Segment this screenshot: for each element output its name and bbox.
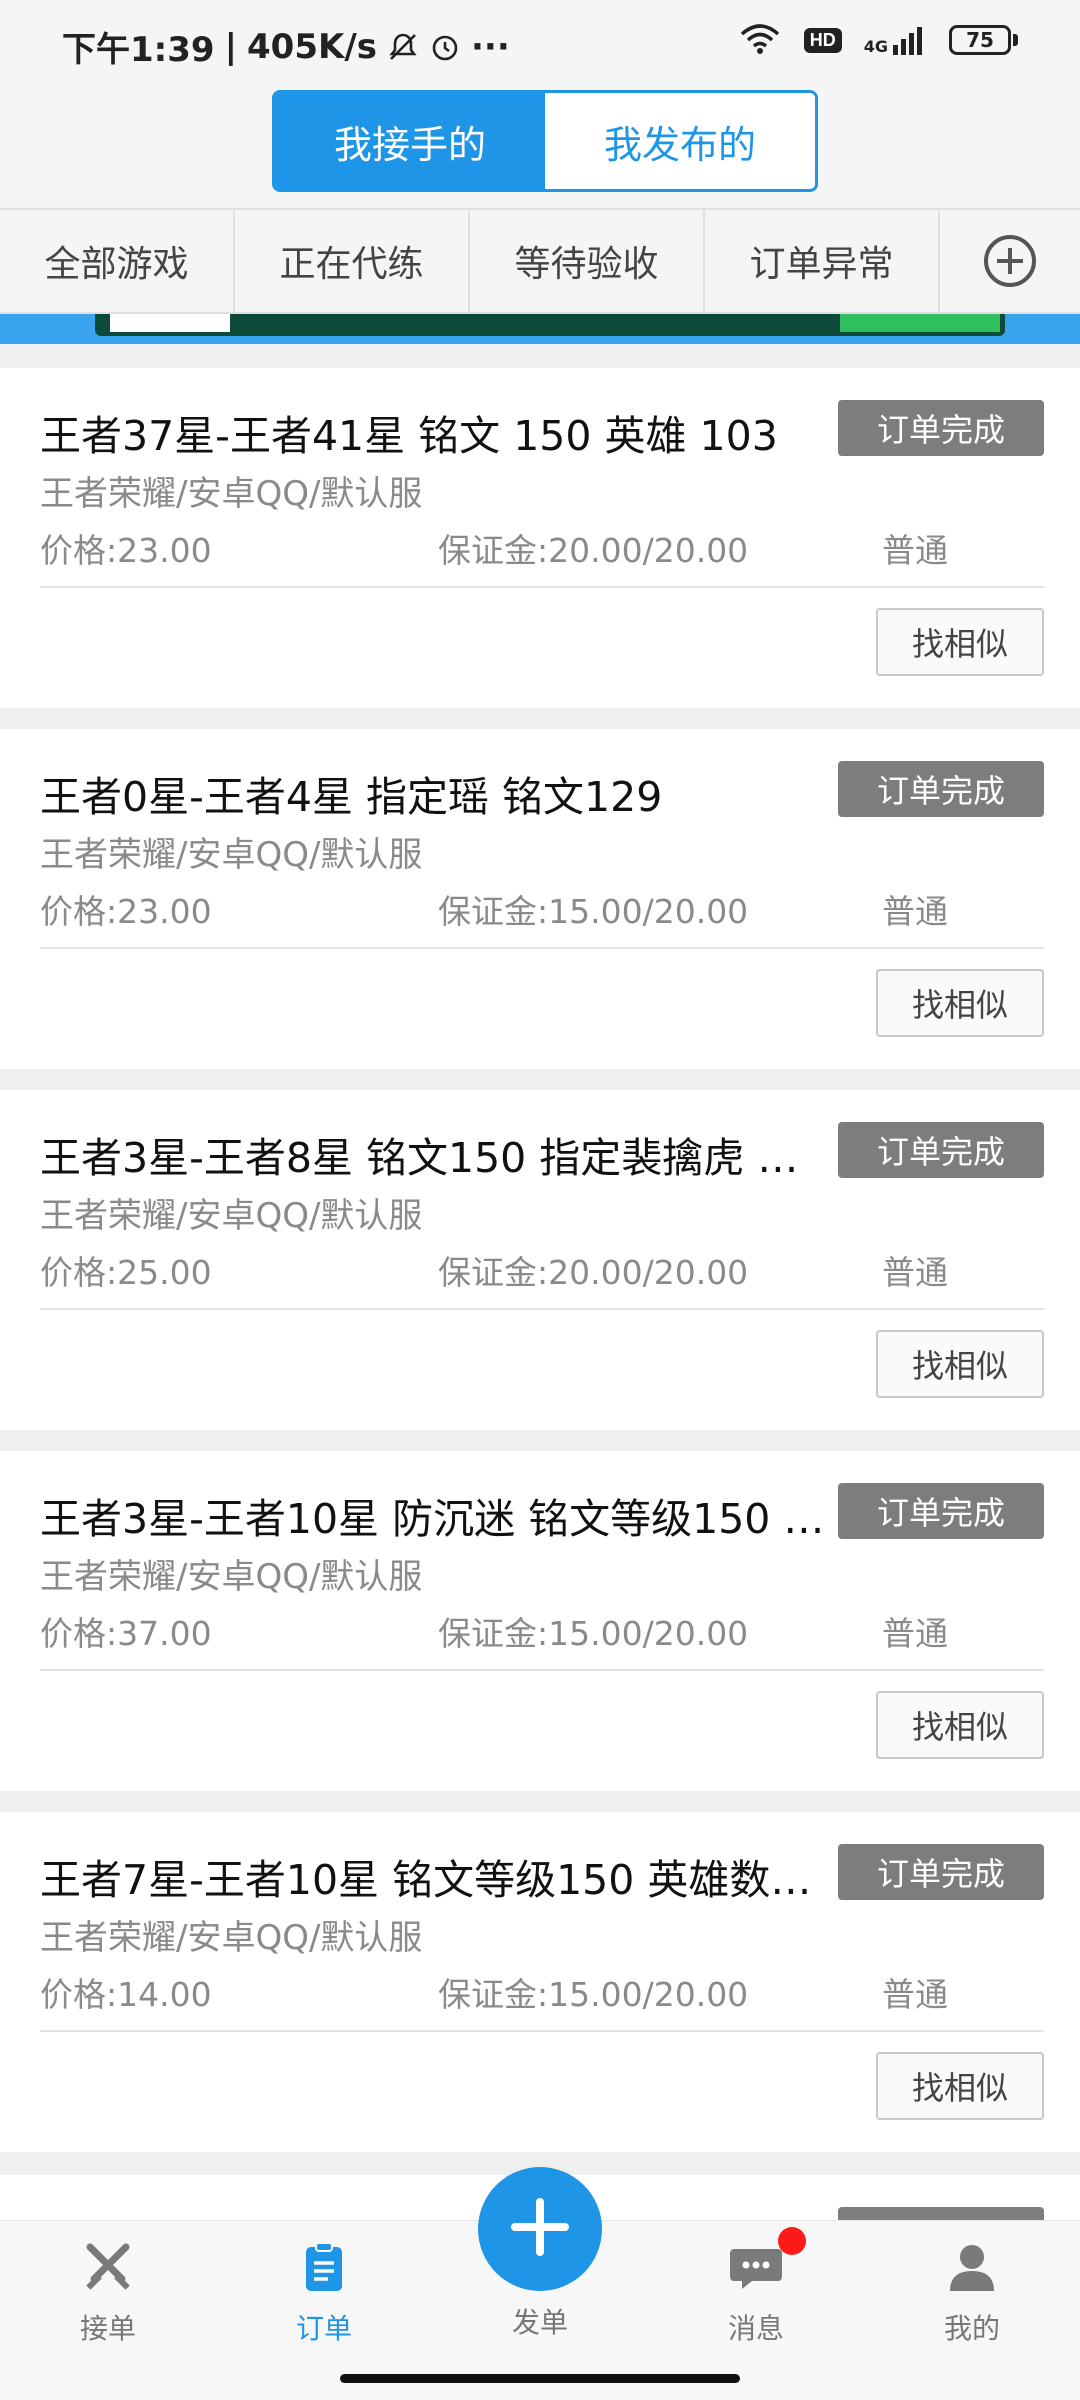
order-list: 王者37星-王者41星 铭文 150 英雄 103 订单完成 王者荣耀/安卓QQ… (0, 368, 1080, 2173)
nav-label: 接单 (79, 2312, 136, 2345)
find-similar-button[interactable]: 找相似 (876, 608, 1044, 676)
banner-graphic-left (110, 314, 230, 332)
order-price: 价格:23.00 (40, 531, 212, 570)
bottom-nav: 接单 订单 发单 消息 我的 (0, 2167, 1080, 2361)
tab-awaiting-acceptance[interactable]: 等待验收 (470, 210, 705, 312)
order-title: 王者0星-王者4星 指定瑶 铭文129 (40, 773, 663, 821)
order-type: 普通 (882, 1614, 948, 1653)
order-type: 普通 (882, 1975, 948, 2014)
order-card[interactable]: 王者37星-王者41星 铭文 150 英雄 103 订单完成 王者荣耀/安卓QQ… (0, 368, 1080, 708)
order-game-info: 王者荣耀/安卓QQ/默认服 (40, 835, 423, 875)
find-similar-button[interactable]: 找相似 (876, 1330, 1044, 1398)
post-order-button[interactable] (478, 2167, 602, 2291)
status-separator: | (224, 26, 237, 67)
plus-circle-icon (984, 235, 1036, 287)
find-similar-button[interactable]: 找相似 (876, 969, 1044, 1037)
order-game-info: 王者荣耀/安卓QQ/默认服 (40, 474, 423, 514)
order-card[interactable]: 王者7星-王者10星 铭文等级150 英雄数… 订单完成 王者荣耀/安卓QQ/默… (0, 1812, 1080, 2152)
segment-published[interactable]: 我发布的 (545, 93, 815, 189)
alarm-icon (429, 31, 461, 63)
order-deposit: 保证金:15.00/20.00 (438, 1975, 749, 2014)
divider (40, 1669, 1044, 1671)
clipboard-icon (296, 2239, 352, 2299)
tab-in-progress[interactable]: 正在代练 (235, 210, 470, 312)
order-title: 王者37星-王者41星 铭文 150 英雄 103 (40, 412, 778, 460)
order-price: 价格:14.00 (40, 1975, 212, 2014)
order-card[interactable]: 王者3星-王者10星 防沉迷 铭文等级150 … 订单完成 王者荣耀/安卓QQ/… (0, 1451, 1080, 1791)
nav-profile[interactable]: 我的 (892, 2239, 1052, 2347)
nav-label: 订单 (295, 2312, 352, 2345)
order-status-badge: 订单完成 (838, 1122, 1044, 1178)
order-title: 王者3星-王者10星 防沉迷 铭文等级150 … (40, 1495, 825, 1543)
find-similar-button[interactable]: 找相似 (876, 2052, 1044, 2120)
wifi-icon (738, 22, 782, 58)
order-card[interactable]: 王者3星-王者8星 铭文150 指定裴擒虎 … 订单完成 王者荣耀/安卓QQ/默… (0, 1090, 1080, 1430)
status-right: HD 4G 75 (738, 22, 1018, 58)
divider (40, 2030, 1044, 2032)
nav-label: 消息 (727, 2312, 784, 2345)
plus-icon (505, 2192, 575, 2266)
order-price: 价格:37.00 (40, 1614, 212, 1653)
status-time: 下午1:39 (62, 30, 215, 70)
order-type: 普通 (882, 892, 948, 931)
battery-icon: 75 (949, 25, 1018, 55)
order-type: 普通 (882, 531, 948, 570)
divider (40, 1308, 1044, 1310)
person-icon (944, 2239, 1000, 2299)
order-game-info: 王者荣耀/安卓QQ/默认服 (40, 1196, 423, 1236)
order-status-badge (838, 2207, 1044, 2220)
nav-label: 我的 (943, 2312, 1000, 2345)
order-game-info: 王者荣耀/安卓QQ/默认服 (40, 1918, 423, 1958)
find-similar-button[interactable]: 找相似 (876, 1691, 1044, 1759)
order-deposit: 保证金:20.00/20.00 (438, 1253, 749, 1292)
swords-icon (80, 2239, 136, 2299)
divider (40, 586, 1044, 588)
signal-icon: 4G (864, 25, 927, 55)
status-speed: 405K/s (247, 26, 377, 67)
order-card[interactable]: 王者0星-王者4星 指定瑶 铭文129 订单完成 王者荣耀/安卓QQ/默认服 价… (0, 729, 1080, 1069)
tab-all-games[interactable]: 全部游戏 (0, 210, 235, 312)
message-badge (778, 2227, 806, 2255)
nav-messages[interactable]: 消息 (676, 2239, 836, 2347)
order-deposit: 保证金:15.00/20.00 (438, 1614, 749, 1653)
chat-icon (728, 2239, 784, 2299)
order-deposit: 保证金:15.00/20.00 (438, 892, 749, 931)
filter-tabs: 全部游戏 正在代练 等待验收 订单异常 (0, 208, 1080, 314)
header: 我接手的 我发布的 (0, 84, 1080, 208)
order-status-badge: 订单完成 (838, 400, 1044, 456)
nav-label-post[interactable]: 发单 (460, 2301, 620, 2341)
banner-graphic-right (840, 314, 1000, 332)
order-title: 王者3星-王者8星 铭文150 指定裴擒虎 … (40, 1134, 799, 1182)
add-filter-button[interactable] (940, 210, 1080, 312)
order-game-info: 王者荣耀/安卓QQ/默认服 (40, 1557, 423, 1597)
order-price: 价格:25.00 (40, 1253, 212, 1292)
order-status-badge: 订单完成 (838, 1844, 1044, 1900)
hd-badge: HD (803, 27, 842, 53)
order-type: 普通 (882, 1253, 948, 1292)
tab-order-exception[interactable]: 订单异常 (705, 210, 940, 312)
order-status-badge: 订单完成 (838, 761, 1044, 817)
more-status-icon: ··· (470, 26, 510, 67)
status-bar: 下午1:39 | 405K/s ··· HD 4G 75 (0, 0, 1080, 84)
home-bar[interactable] (340, 2374, 740, 2383)
network-type: 4G (863, 37, 888, 56)
mute-bell-icon (387, 31, 419, 63)
order-title: 王者7星-王者10星 铭文等级150 英雄数… (40, 1856, 812, 1904)
order-price: 价格:23.00 (40, 892, 212, 931)
segment-control: 我接手的 我发布的 (272, 90, 818, 192)
segment-taken[interactable]: 我接手的 (275, 93, 545, 189)
order-deposit: 保证金:20.00/20.00 (438, 531, 749, 570)
battery-level: 75 (949, 25, 1011, 55)
promo-banner[interactable] (0, 314, 1080, 344)
divider (40, 947, 1044, 949)
status-left: 下午1:39 | 405K/s ··· (62, 22, 510, 71)
nav-orders[interactable]: 订单 (244, 2239, 404, 2347)
order-status-badge: 订单完成 (838, 1483, 1044, 1539)
nav-take-orders[interactable]: 接单 (28, 2239, 188, 2347)
home-indicator (0, 2360, 1080, 2400)
